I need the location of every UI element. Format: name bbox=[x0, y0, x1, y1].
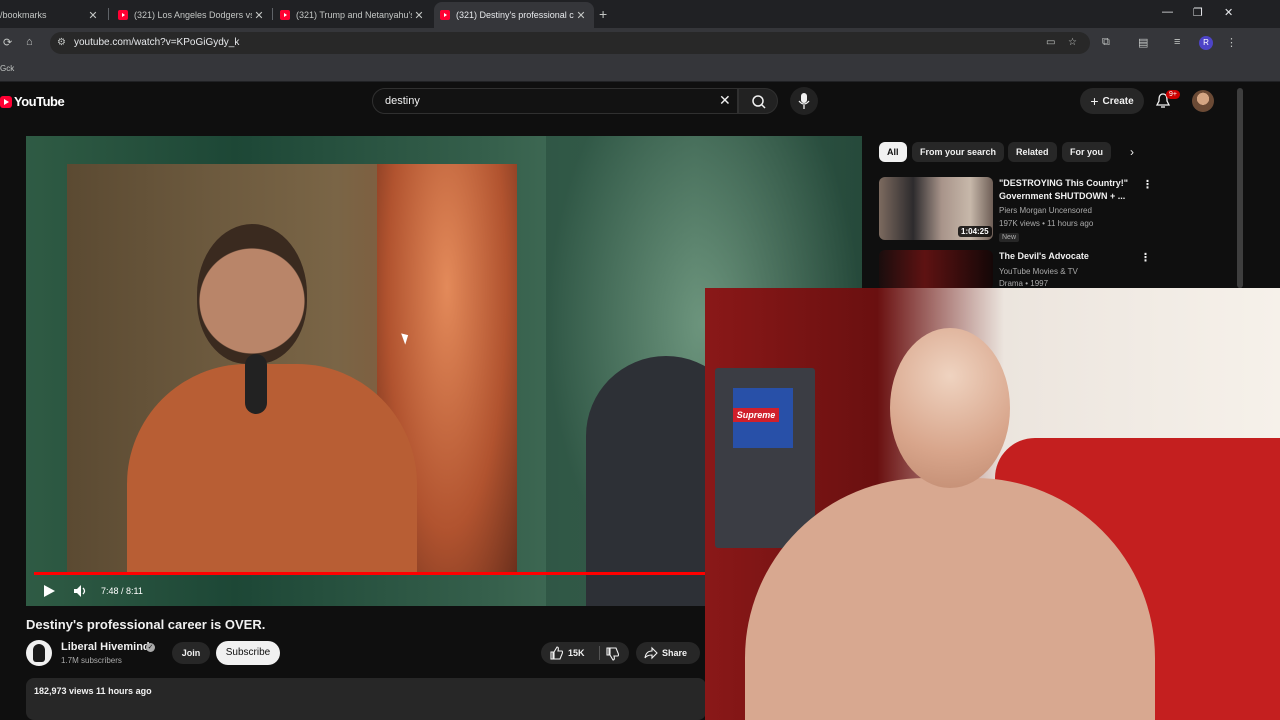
play-icon[interactable] bbox=[42, 584, 56, 598]
recommendation-title[interactable]: The Devil's Advocate bbox=[999, 250, 1129, 263]
tab-title: (321) Trump and Netanyahu's M bbox=[296, 10, 412, 20]
tab-close-icon[interactable]: ✕ bbox=[574, 9, 588, 22]
more-options-icon[interactable]: ⋮ bbox=[1140, 251, 1151, 264]
browser-menu-icon[interactable]: ⋮ bbox=[1226, 36, 1237, 49]
browser-profile-avatar[interactable]: R bbox=[1199, 36, 1213, 50]
new-badge: New bbox=[999, 233, 1020, 242]
youtube-play-logo-icon bbox=[0, 95, 12, 108]
page-scrollbar[interactable] bbox=[1237, 88, 1243, 288]
search-button[interactable] bbox=[738, 88, 778, 114]
share-arrow-icon bbox=[644, 646, 658, 660]
media-control-icon[interactable]: ≡ bbox=[1174, 36, 1180, 48]
url-text[interactable]: youtube.com/watch?v=KPoGiGydy_k bbox=[74, 37, 239, 48]
recommendation-channel[interactable]: YouTube Movies & TV bbox=[999, 267, 1078, 276]
search-icon bbox=[752, 95, 766, 109]
new-tab-plus-icon[interactable]: + bbox=[599, 6, 607, 22]
browser-tab-strip: /bookmarks ✕ (321) Los Angeles Dodgers v… bbox=[0, 0, 1280, 28]
tab-close-icon[interactable]: ✕ bbox=[252, 9, 266, 22]
tab-destiny-active[interactable]: (321) Destiny's professional car ✕ bbox=[434, 2, 594, 28]
chip-from-your-search[interactable]: From your search bbox=[912, 142, 1005, 162]
chevron-right-icon[interactable]: › bbox=[1130, 145, 1134, 159]
channel-name[interactable]: Liberal Hivemind bbox=[61, 641, 150, 653]
search-input[interactable]: destiny ✕ bbox=[372, 88, 738, 114]
bookmark-item[interactable]: Gck bbox=[0, 64, 14, 73]
account-avatar[interactable] bbox=[1192, 90, 1214, 112]
video-person-head bbox=[197, 224, 307, 364]
webcam-sticker: Supreme bbox=[733, 408, 779, 422]
youtube-logo[interactable]: YouTube bbox=[0, 94, 65, 109]
notification-count-badge: 9+ bbox=[1166, 90, 1180, 99]
webcam-overlay: Supreme bbox=[705, 288, 1280, 720]
webcam-cabinet bbox=[715, 368, 815, 548]
tab-trump-netanyahu[interactable]: (321) Trump and Netanyahu's M ✕ bbox=[274, 2, 432, 28]
tab-bookmarks[interactable]: /bookmarks ✕ bbox=[0, 2, 106, 28]
minimize-icon[interactable]: — bbox=[1162, 6, 1173, 18]
video-time: 7:48 / 8:11 bbox=[101, 586, 143, 596]
like-count[interactable]: 15K bbox=[568, 648, 585, 658]
video-frame-content bbox=[67, 164, 517, 574]
like-dislike-group: 15K bbox=[541, 642, 629, 664]
create-label: Create bbox=[1102, 95, 1134, 107]
verified-check-icon: ✓ bbox=[146, 643, 155, 652]
recommendation-meta: Drama • 1997 bbox=[999, 279, 1049, 288]
chip-for-you[interactable]: For you bbox=[1062, 142, 1111, 162]
tab-dodgers[interactable]: (321) Los Angeles Dodgers vs P ✕ bbox=[112, 2, 272, 28]
volume-icon[interactable] bbox=[73, 584, 89, 598]
video-title: Destiny's professional career is OVER. bbox=[26, 617, 266, 632]
side-panel-icon[interactable]: ▤ bbox=[1138, 36, 1148, 49]
tab-title: /bookmarks bbox=[0, 10, 47, 20]
install-app-icon[interactable]: ▭ bbox=[1046, 37, 1055, 48]
webcam-person-head bbox=[890, 328, 1010, 488]
recommendation-channel[interactable]: Piers Morgan Uncensored bbox=[999, 206, 1092, 215]
youtube-favicon-icon bbox=[440, 10, 450, 20]
video-microphone bbox=[245, 354, 267, 414]
youtube-wordmark: YouTube bbox=[14, 94, 65, 109]
address-bar[interactable]: ⚙ youtube.com/watch?v=KPoGiGydy_k ▭ ☆ bbox=[50, 32, 1090, 54]
bookmark-star-icon[interactable]: ☆ bbox=[1068, 37, 1077, 48]
description-box[interactable]: 182,973 views 11 hours ago bbox=[26, 678, 706, 720]
recommendation-thumbnail[interactable] bbox=[879, 250, 993, 290]
browser-toolbar: ⟳ ⌂ ⚙ youtube.com/watch?v=KPoGiGydy_k ▭ … bbox=[0, 28, 1280, 58]
tab-separator bbox=[272, 8, 273, 20]
reload-icon[interactable]: ⟳ bbox=[3, 36, 12, 49]
recommendation-title[interactable]: "DESTROYING This Country!" Government SH… bbox=[999, 177, 1129, 203]
voice-search-button[interactable] bbox=[790, 87, 818, 115]
tab-title: (321) Destiny's professional car bbox=[456, 10, 574, 20]
join-button[interactable]: Join bbox=[172, 642, 210, 664]
youtube-masthead: YouTube destiny ✕ + Create 9+ bbox=[0, 82, 1245, 122]
window-close-icon[interactable]: ✕ bbox=[1224, 6, 1233, 19]
thumbs-down-icon[interactable] bbox=[605, 647, 619, 661]
tab-close-icon[interactable]: ✕ bbox=[412, 9, 426, 22]
search-query-text[interactable]: destiny bbox=[385, 95, 420, 107]
views-and-date: 182,973 views 11 hours ago bbox=[34, 686, 152, 696]
bookmarks-bar: Gck bbox=[0, 58, 1280, 82]
extensions-icon[interactable]: ⧉ bbox=[1102, 36, 1110, 49]
tab-title: (321) Los Angeles Dodgers vs P bbox=[134, 10, 252, 20]
video-person-body bbox=[127, 364, 417, 574]
tab-close-icon[interactable]: ✕ bbox=[86, 9, 100, 22]
chip-related[interactable]: Related bbox=[1008, 142, 1057, 162]
thumbs-up-icon[interactable] bbox=[549, 646, 563, 660]
channel-avatar[interactable] bbox=[26, 640, 52, 666]
more-options-icon[interactable]: ⋮ bbox=[1142, 178, 1153, 191]
tab-separator bbox=[108, 8, 109, 20]
share-label: Share bbox=[662, 648, 688, 658]
home-icon[interactable]: ⌂ bbox=[26, 36, 33, 48]
subscribe-button[interactable]: Subscribe bbox=[216, 641, 280, 665]
youtube-favicon-icon bbox=[280, 10, 290, 20]
youtube-favicon-icon bbox=[118, 10, 128, 20]
video-duration: 1:04:25 bbox=[958, 226, 992, 237]
share-button[interactable]: Share bbox=[636, 642, 700, 664]
chip-all[interactable]: All bbox=[879, 142, 907, 162]
microphone-icon bbox=[798, 93, 810, 109]
plus-icon: + bbox=[1090, 93, 1099, 109]
restore-icon[interactable]: ❐ bbox=[1193, 6, 1203, 19]
like-divider bbox=[599, 646, 600, 660]
create-button[interactable]: + Create bbox=[1080, 88, 1144, 114]
recommendation-meta: 197K views • 11 hours ago bbox=[999, 219, 1094, 228]
subscriber-count: 1.7M subscribers bbox=[61, 656, 122, 665]
site-info-icon[interactable]: ⚙ bbox=[57, 37, 66, 48]
search-clear-icon[interactable]: ✕ bbox=[719, 92, 731, 109]
